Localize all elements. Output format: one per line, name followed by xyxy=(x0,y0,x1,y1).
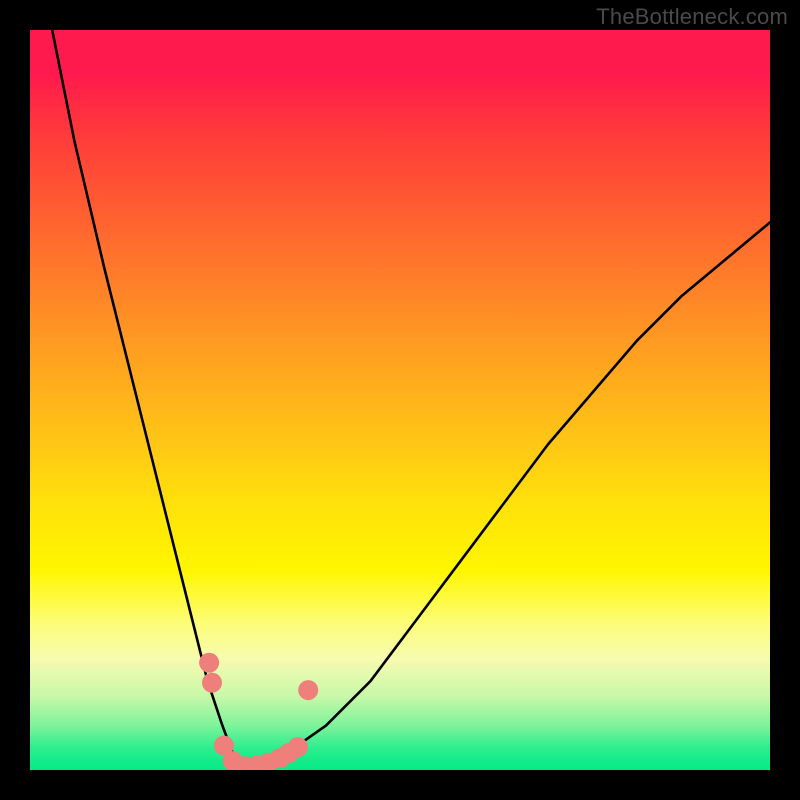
data-marker xyxy=(298,680,318,700)
curve-path xyxy=(52,30,770,770)
chart-frame: TheBottleneck.com xyxy=(0,0,800,800)
data-marker xyxy=(288,737,308,757)
plot-area xyxy=(30,30,770,770)
data-marker xyxy=(202,673,222,693)
curve-line xyxy=(52,30,770,770)
chart-svg xyxy=(30,30,770,770)
data-marker xyxy=(199,653,219,673)
watermark-text: TheBottleneck.com xyxy=(596,4,788,30)
